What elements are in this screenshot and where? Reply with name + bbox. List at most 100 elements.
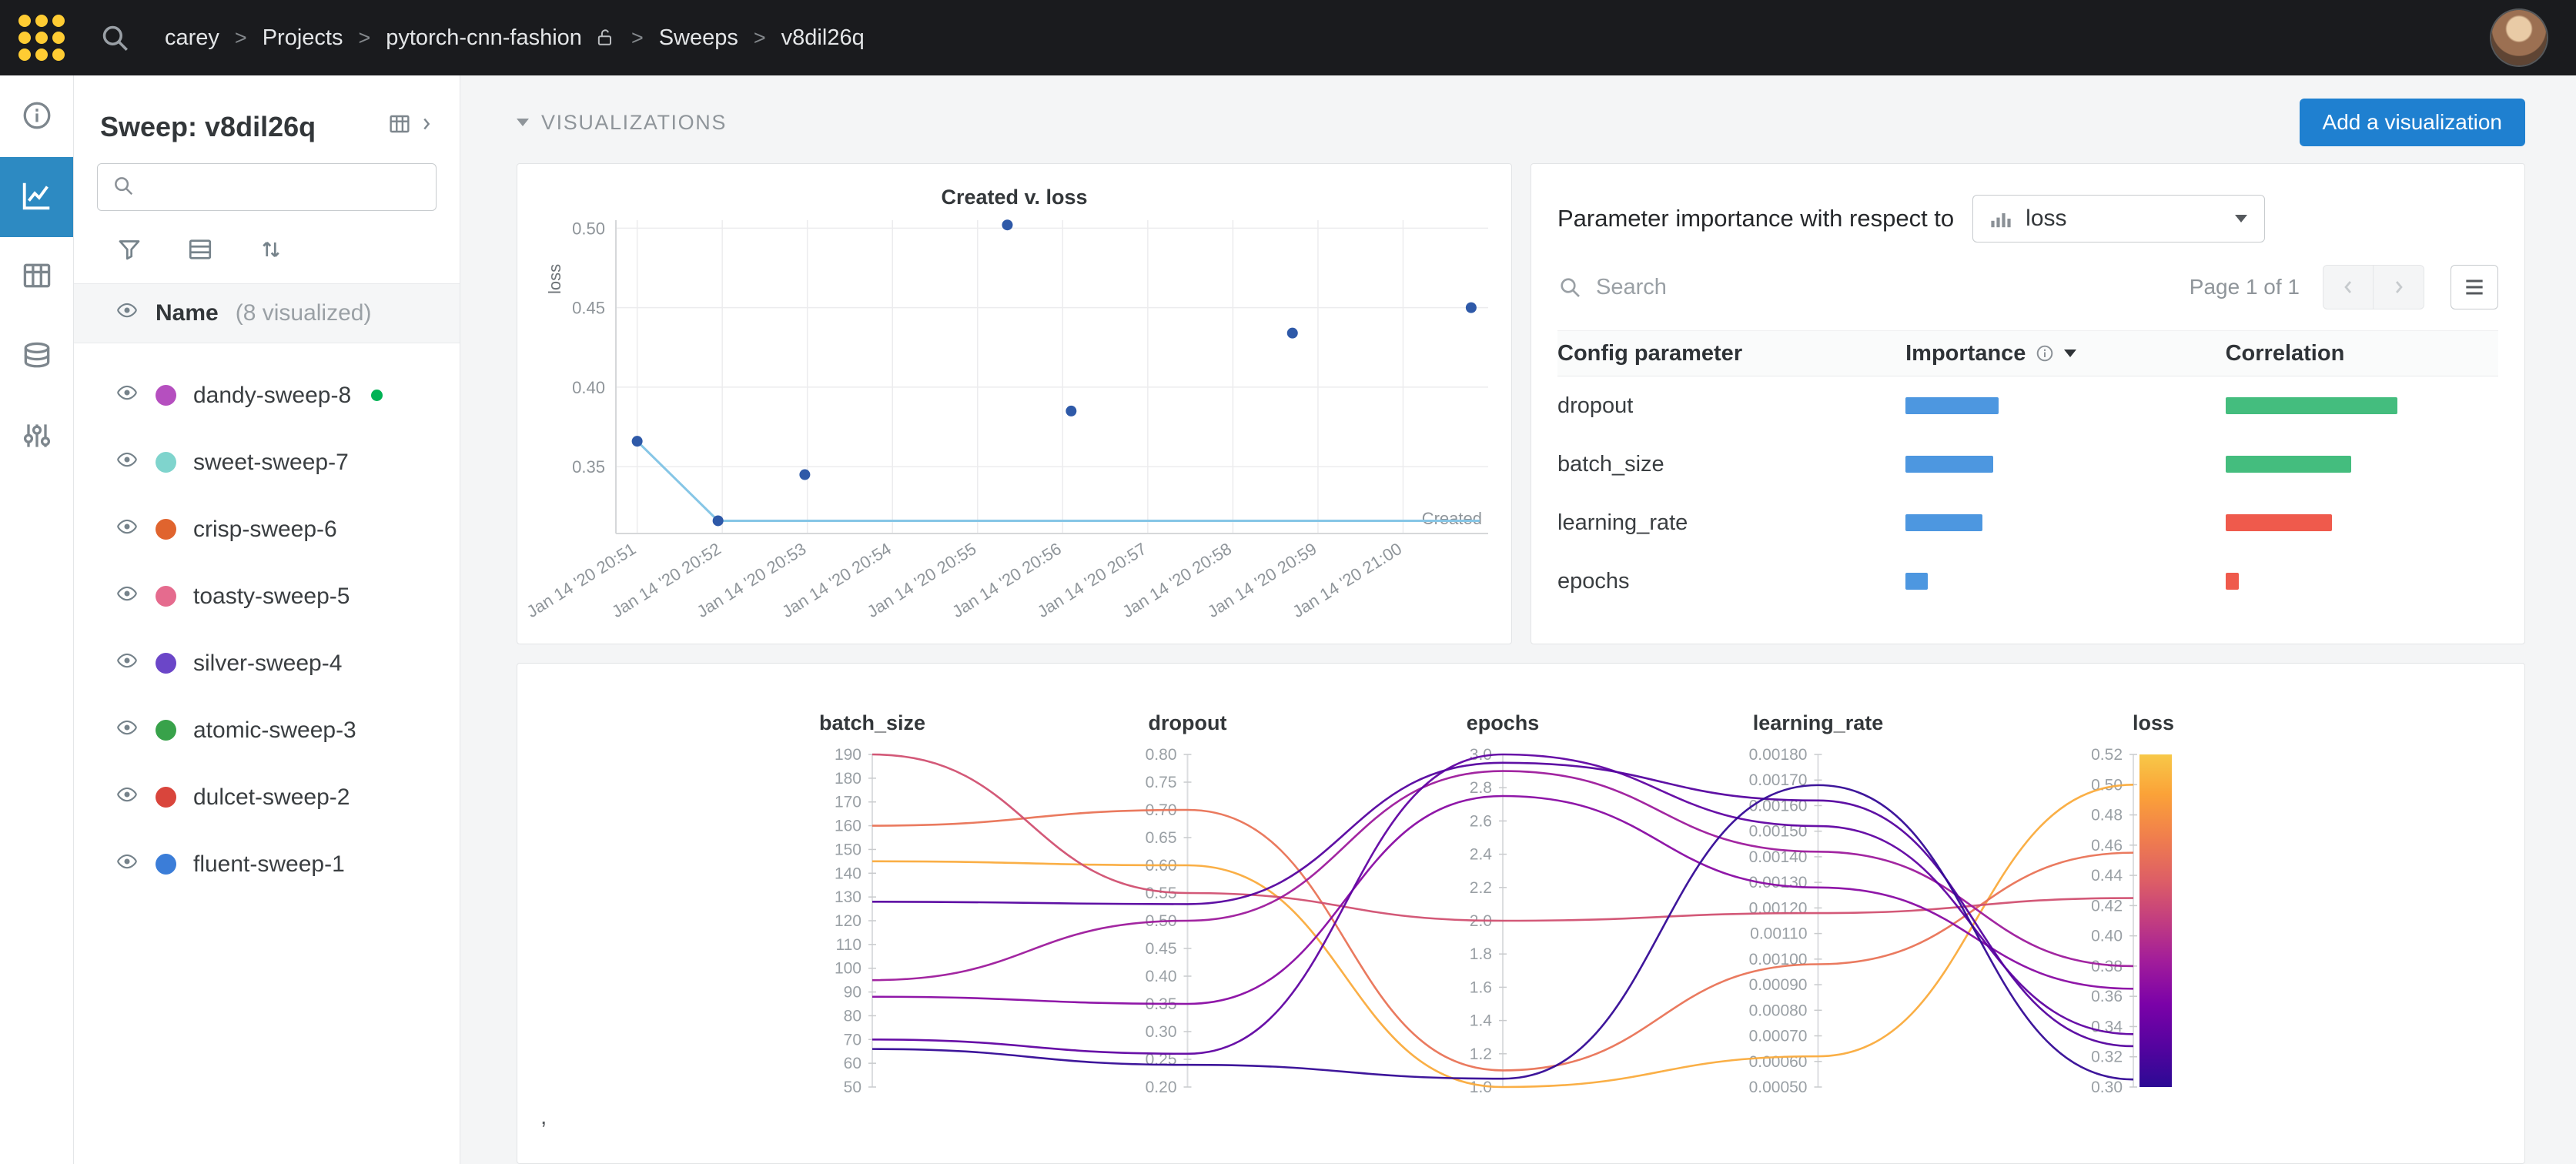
importance-header: Parameter importance with respect to los… <box>1557 195 2498 242</box>
visualizations-label: VISUALIZATIONS <box>541 111 727 135</box>
avatar[interactable] <box>2491 10 2547 65</box>
importance-search-input[interactable] <box>1596 275 2176 300</box>
svg-text:2.8: 2.8 <box>1470 779 1492 797</box>
correlation-column-label: Correlation <box>2226 341 2345 366</box>
importance-title: Parameter importance with respect to <box>1557 205 1954 232</box>
eye-icon[interactable] <box>115 783 139 812</box>
run-search[interactable] <box>97 163 437 211</box>
eye-icon[interactable] <box>115 850 139 879</box>
importance-row: epochs <box>1557 552 2498 610</box>
scatter-panel[interactable]: Created v. loss Jan 14 '20 20:51Jan 14 '… <box>517 163 1512 644</box>
correlation-cell <box>2226 397 2498 414</box>
svg-text:70: 70 <box>844 1031 861 1049</box>
parallel-coordinates-chart[interactable]: batch_size506070809010011012013014015016… <box>517 671 2524 1164</box>
table-icon <box>20 259 54 296</box>
run-item[interactable]: sweet-sweep-7 <box>74 429 460 496</box>
run-item[interactable]: crisp-sweep-6 <box>74 496 460 563</box>
filter-icon[interactable] <box>115 236 143 263</box>
svg-text:90: 90 <box>844 984 861 1002</box>
run-name: crisp-sweep-6 <box>193 517 337 543</box>
eye-icon[interactable] <box>115 515 139 544</box>
next-page-button[interactable] <box>2374 265 2424 309</box>
column-correlation[interactable]: Correlation <box>2226 341 2498 366</box>
svg-text:180: 180 <box>835 770 861 788</box>
eye-icon[interactable] <box>115 716 139 745</box>
svg-text:0.00070: 0.00070 <box>1749 1028 1808 1045</box>
rail-item-overview[interactable] <box>0 77 73 157</box>
svg-text:0.65: 0.65 <box>1146 829 1177 847</box>
rail-item-sweep-controls[interactable] <box>0 397 73 477</box>
run-name: sweet-sweep-7 <box>193 450 349 476</box>
group-icon[interactable] <box>186 236 214 263</box>
rail-item-table[interactable] <box>0 237 73 317</box>
visualizations-toggle[interactable]: VISUALIZATIONS <box>517 111 727 135</box>
panel-menu-button[interactable] <box>2451 265 2498 309</box>
svg-text:0.00180: 0.00180 <box>1749 746 1808 764</box>
sort-icon[interactable] <box>257 236 285 263</box>
search-icon <box>1557 275 1582 299</box>
eye-icon[interactable] <box>115 582 139 611</box>
breadcrumb-item[interactable]: pytorch-cnn-fashion <box>386 25 582 51</box>
breadcrumb-item[interactable]: carey <box>165 25 219 51</box>
run-color-dot <box>156 854 176 875</box>
svg-text:120: 120 <box>835 912 861 930</box>
breadcrumb: carey>Projects>pytorch-cnn-fashion>Sweep… <box>165 25 865 51</box>
run-color-dot <box>156 720 176 741</box>
svg-text:0.00050: 0.00050 <box>1749 1079 1808 1096</box>
eye-icon[interactable] <box>115 299 139 328</box>
rail-item-model[interactable] <box>0 317 73 397</box>
wandb-logo[interactable] <box>18 15 65 61</box>
svg-text:170: 170 <box>835 794 861 811</box>
svg-text:batch_size: batch_size <box>819 711 925 734</box>
svg-text:0.00110: 0.00110 <box>1750 925 1807 943</box>
metric-dropdown[interactable]: loss <box>1972 195 2265 242</box>
svg-text:2.6: 2.6 <box>1470 812 1492 830</box>
run-color-dot <box>156 787 176 808</box>
bar-chart-icon <box>1990 208 2012 229</box>
add-visualization-button[interactable]: Add a visualization <box>2300 99 2525 146</box>
svg-text:1.4: 1.4 <box>1470 1012 1493 1030</box>
run-item[interactable]: toasty-sweep-5 <box>74 563 460 630</box>
svg-text:0.30: 0.30 <box>1146 1023 1177 1041</box>
run-name: silver-sweep-4 <box>193 651 342 677</box>
importance-bar <box>1905 397 1998 414</box>
run-item[interactable]: fluent-sweep-1 <box>74 831 460 898</box>
search-icon[interactable] <box>99 22 131 54</box>
config-parameter-name: batch_size <box>1557 452 1905 477</box>
grid-icon <box>387 112 412 142</box>
search-icon <box>112 174 135 201</box>
run-search-input[interactable] <box>146 175 422 199</box>
run-item[interactable]: dandy-sweep-8 <box>74 362 460 429</box>
previous-page-button[interactable] <box>2323 265 2374 309</box>
run-item[interactable]: silver-sweep-4 <box>74 630 460 697</box>
correlation-bar <box>2226 573 2240 590</box>
config-parameter-name: dropout <box>1557 393 1905 419</box>
breadcrumb-item[interactable]: Projects <box>263 25 343 51</box>
svg-text:0.46: 0.46 <box>2091 837 2123 855</box>
run-item[interactable]: atomic-sweep-3 <box>74 697 460 764</box>
svg-text:0.44: 0.44 <box>2091 867 2123 885</box>
breadcrumb-separator: > <box>235 26 247 50</box>
importance-cell <box>1905 456 2225 473</box>
rail-item-charts[interactable] <box>0 157 73 237</box>
svg-text:0.00080: 0.00080 <box>1749 1002 1808 1019</box>
breadcrumb-item[interactable]: v8dil26q <box>781 25 865 51</box>
table-collapse-toggle[interactable] <box>387 112 437 142</box>
importance-row: learning_rate <box>1557 493 2498 552</box>
breadcrumb-item[interactable]: Sweeps <box>659 25 738 51</box>
svg-text:2.2: 2.2 <box>1470 879 1492 897</box>
scatter-chart-holder: Jan 14 '20 20:51Jan 14 '20 20:52Jan 14 '… <box>517 212 1511 636</box>
eye-icon[interactable] <box>115 381 139 410</box>
run-item[interactable]: dulcet-sweep-2 <box>74 764 460 831</box>
run-color-dot <box>156 653 176 674</box>
eye-icon[interactable] <box>115 448 139 477</box>
column-importance[interactable]: Importance <box>1905 341 2225 366</box>
scatter-chart[interactable]: Jan 14 '20 20:51Jan 14 '20 20:52Jan 14 '… <box>517 212 1511 632</box>
column-config-parameter[interactable]: Config parameter <box>1557 341 1905 366</box>
importance-row: dropout <box>1557 376 2498 435</box>
correlation-bar <box>2226 514 2332 531</box>
parallel-coordinates-panel[interactable]: batch_size506070809010011012013014015016… <box>517 663 2525 1164</box>
info-icon <box>2035 343 2055 363</box>
run-name: dulcet-sweep-2 <box>193 784 350 811</box>
eye-icon[interactable] <box>115 649 139 678</box>
